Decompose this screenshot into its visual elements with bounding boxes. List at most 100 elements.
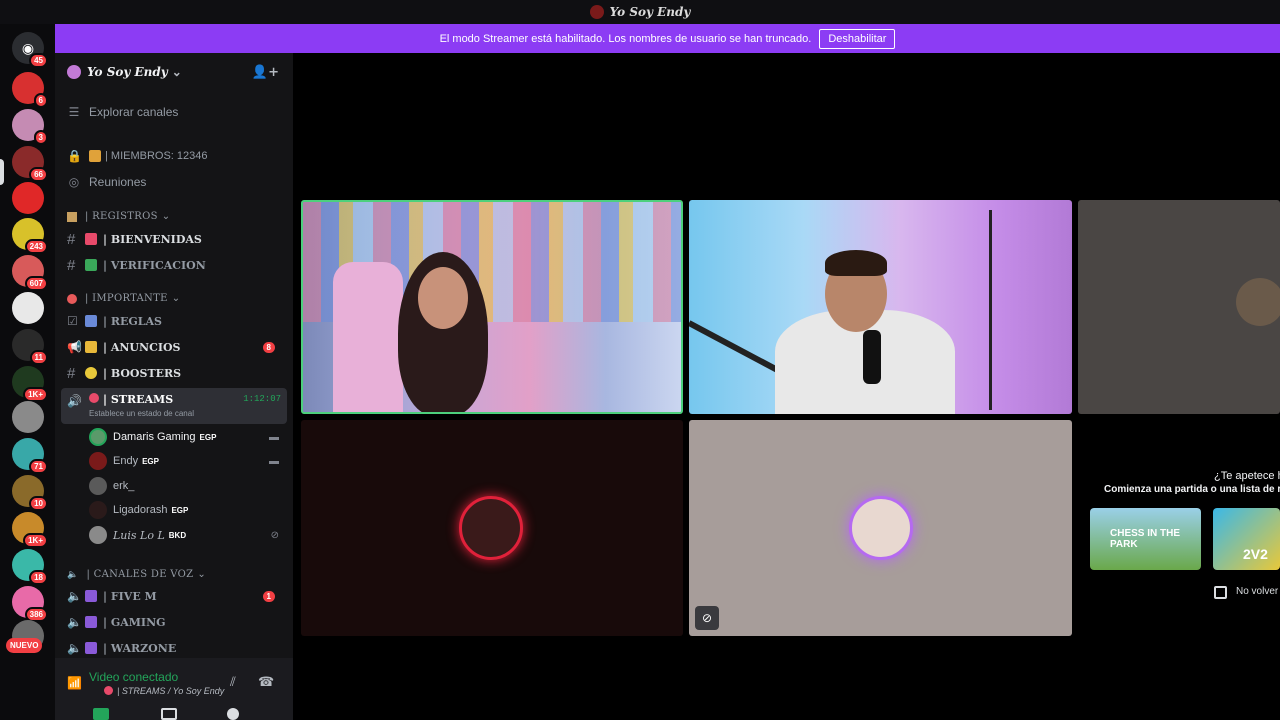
server-icon[interactable]: 71 <box>12 438 48 474</box>
server-icon[interactable]: 10 <box>12 475 48 511</box>
stage-icon: ◎ <box>68 175 80 189</box>
user-name: erk_ <box>113 480 135 492</box>
channel-label: | GAMING <box>103 615 166 629</box>
meetings-channel[interactable]: ◎ Reuniones <box>67 172 147 192</box>
channel-gaming[interactable]: 🔈 | GAMING <box>61 610 287 634</box>
game-card-2v2[interactable]: 2V2 <box>1213 508 1280 570</box>
channel-streams[interactable]: 🔊 | STREAMS Establece un estado de canal… <box>61 388 287 424</box>
guild-header[interactable]: Yo Soy Endy ⌄ 👤+ <box>55 53 293 91</box>
game-title: CHESS IN THE PARK <box>1110 528 1181 550</box>
voice-speaker-icon: 🔈 <box>67 641 82 655</box>
server-icon[interactable]: 243 <box>12 218 48 254</box>
server-icon[interactable] <box>12 401 44 433</box>
server-icon[interactable]: 1K+ <box>12 366 48 402</box>
voice-user[interactable]: Luis Lo L BKD ⊘ <box>89 524 289 546</box>
category-registros[interactable]: | REGISTROS ⌄ <box>67 211 170 222</box>
voice-speaker-icon: 🔈 <box>67 615 82 629</box>
server-rail: ◉ 45 6 3 66 243 607 11 1K+ 71 10 1K+ 18 … <box>0 24 55 720</box>
channel-warzone[interactable]: 🔈 | WARZONE <box>61 636 287 660</box>
guild-name: Yo Soy Endy <box>87 65 168 79</box>
notification-badge: 66 <box>29 167 48 182</box>
disable-streamer-button[interactable]: Deshabilitar <box>819 28 896 49</box>
user-name: Luis Lo L <box>113 528 165 542</box>
server-icon[interactable]: 18 <box>12 549 48 585</box>
channel-label: | FIVE M <box>103 589 157 603</box>
video-tile-avatar[interactable] <box>301 420 683 636</box>
screen-share-icon[interactable] <box>161 708 177 720</box>
notification-badge: 607 <box>24 276 48 291</box>
game-card-chess[interactable]: CHESS IN THE PARK <box>1090 508 1201 570</box>
video-tile-streamer[interactable] <box>301 200 683 414</box>
noise-suppression-icon[interactable]: ⫽ <box>230 674 236 690</box>
notification-badge: 18 <box>29 570 48 585</box>
invite-people-icon[interactable]: 👤+ <box>252 65 279 80</box>
scroll-emoji-icon <box>67 211 77 222</box>
user-tag: BKD <box>168 530 187 540</box>
user-name: Endy <box>113 455 139 467</box>
video-tile-avatar[interactable]: ⊘ <box>689 420 1072 636</box>
voice-user[interactable]: Endy EGP ▬ <box>89 450 289 472</box>
hash-icon: # <box>67 256 76 274</box>
avatar <box>89 452 107 470</box>
server-icon[interactable]: 3 <box>12 109 48 145</box>
notification-badge: 3 <box>33 130 48 145</box>
mention-badge: 8 <box>262 341 275 353</box>
category-label: | CANALES DE VOZ <box>86 569 194 580</box>
channel-boosters[interactable]: # | BOOSTERS <box>61 361 287 385</box>
channel-verificacion[interactable]: # | VERIFICACION <box>61 253 287 277</box>
muted-mic-icon: ⊘ <box>695 606 719 630</box>
members-channel[interactable]: 🔒 | MIEMBROS: 12346 <box>67 146 208 166</box>
call-timer: 1:12:07 <box>243 394 281 404</box>
dont-show-checkbox[interactable] <box>1214 586 1227 599</box>
voice-user[interactable]: erk_ <box>89 475 289 497</box>
no-entry-emoji-icon <box>67 293 77 304</box>
server-icon[interactable]: 6 <box>12 72 48 108</box>
notification-badge: 1K+ <box>23 387 48 402</box>
activities-icon[interactable] <box>227 708 239 720</box>
heart-emoji-icon <box>85 233 97 245</box>
speaking-avatar <box>459 496 523 560</box>
server-icon[interactable]: 1K+ <box>12 512 48 548</box>
alien-emoji-icon <box>85 642 97 654</box>
meetings-label: Reuniones <box>89 175 147 189</box>
camera-icon: ▬ <box>269 455 279 467</box>
voice-user[interactable]: Damaris Gaming EGP ▬ <box>89 426 289 448</box>
video-tile-streamer[interactable] <box>689 200 1072 414</box>
category-voz[interactable]: 🔈 | CANALES DE VOZ ⌄ <box>67 569 206 580</box>
channel-bienvenidas[interactable]: # | BIENVENIDAS <box>61 227 287 251</box>
server-avatar-icon <box>589 5 604 19</box>
chevron-down-icon: ⌄ <box>197 569 207 580</box>
disconnect-icon[interactable]: ☎ <box>258 674 274 690</box>
chevron-down-icon: ⌄ <box>171 293 181 304</box>
server-icon[interactable]: 386 <box>12 586 48 622</box>
no-entry-emoji-icon <box>104 686 113 695</box>
channel-anuncios[interactable]: 📢 | ANUNCIOS 8 <box>61 335 287 359</box>
explore-channels[interactable]: ☰ Explorar canales <box>67 102 179 122</box>
channels-list-icon: ☰ <box>68 105 80 119</box>
server-icon[interactable] <box>12 182 44 214</box>
mention-badge: 1 <box>262 590 275 602</box>
voice-location[interactable]: | STREAMS / Yo Soy Endy <box>117 686 224 696</box>
hash-icon: # <box>67 230 76 248</box>
voice-connection-panel: 📶 Video conectado | STREAMS / Yo Soy End… <box>55 658 293 720</box>
signal-icon: 📶 <box>67 676 82 690</box>
channel-fivem[interactable]: 🔈 | FIVE M 1 <box>61 584 287 608</box>
alien-emoji-icon <box>85 590 97 602</box>
channel-sidebar: Yo Soy Endy ⌄ 👤+ ☰ Explorar canales 🔒 | … <box>55 53 293 720</box>
category-importante[interactable]: | IMPORTANTE ⌄ <box>67 293 180 304</box>
server-icon[interactable]: 607 <box>12 255 48 291</box>
video-tile-streamer[interactable] <box>1078 200 1280 414</box>
channel-label: | WARZONE <box>103 641 177 655</box>
channel-status-prompt[interactable]: Establece un estado de canal <box>89 409 194 418</box>
voice-status[interactable]: Video conectado <box>89 670 178 684</box>
server-icon[interactable] <box>12 292 44 324</box>
streamer-face <box>418 267 468 329</box>
voice-user[interactable]: Ligadorash EGP <box>89 499 289 521</box>
check-emoji-icon <box>85 259 97 271</box>
server-icon[interactable]: 66 <box>12 146 48 182</box>
home-button[interactable]: ◉ 45 <box>12 32 48 68</box>
channel-reglas[interactable]: ☑ | REGLAS <box>61 309 287 333</box>
streamer-mode-banner: El modo Streamer está habilitado. Los no… <box>55 24 1280 53</box>
notification-badge: 6 <box>33 93 48 108</box>
server-icon[interactable]: 11 <box>12 329 48 365</box>
